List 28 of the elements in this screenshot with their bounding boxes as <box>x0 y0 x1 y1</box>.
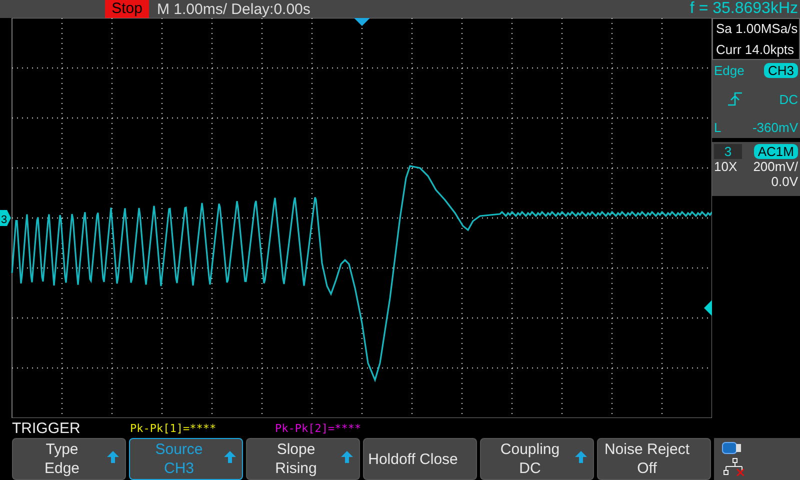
run-state-indicator[interactable]: Stop <box>105 0 149 18</box>
menu-softkey[interactable]: Noise Reject Off <box>597 438 711 480</box>
trigger-level-text: -360mV <box>752 120 798 135</box>
vertical-scale-text: 200mV/ <box>753 159 798 174</box>
memory-depth-text: Curr 14.0kpts <box>716 42 796 57</box>
frequency-text: f = 35.8693kHz <box>690 0 798 18</box>
trigger-coupling-text: DC <box>779 92 798 106</box>
level-label: L <box>714 120 722 135</box>
channel-number[interactable]: 3 <box>714 144 742 159</box>
trigger-level-marker[interactable] <box>704 300 712 316</box>
usb-drive-icon <box>722 442 742 454</box>
timebase-text: M 1.00ms/ Delay:0.00s <box>157 0 310 18</box>
rising-edge-icon <box>728 92 742 106</box>
channel-coupling-badge: AC1M <box>754 144 798 159</box>
probe-ratio-text: 10X <box>714 159 738 174</box>
trigger-type-text: Edge <box>714 63 744 78</box>
trigger-source-badge: CH3 <box>764 63 798 78</box>
menu-softkey[interactable]: Coupling DC <box>480 438 594 480</box>
measurement-readout: Pk-Pk[1]=**** <box>130 422 218 434</box>
menu-softkey[interactable]: Holdoff Close <box>363 438 477 480</box>
vertical-offset-text: 0.0V <box>771 174 798 189</box>
channel-marker[interactable]: 3 <box>0 210 11 226</box>
menu-title: TRIGGER <box>12 420 82 436</box>
menu-softkey[interactable]: Type Edge <box>12 438 126 480</box>
network-disconnected-icon <box>722 458 744 476</box>
measurement-readout: Pk-Pk[2]=**** <box>275 422 362 434</box>
menu-softkey[interactable]: Slope Rising <box>246 438 360 480</box>
sample-rate-text: Sa 1.00MSa/s <box>716 21 796 36</box>
